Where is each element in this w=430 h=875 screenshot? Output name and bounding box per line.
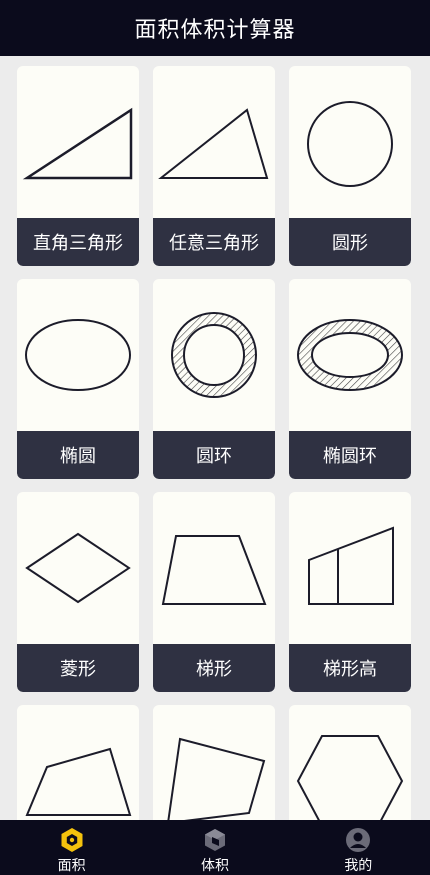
tab-area[interactable]: 面积 <box>0 820 143 875</box>
page-title: 面积体积计算器 <box>134 18 296 43</box>
shape-card-circle[interactable]: 圆形 <box>289 66 411 266</box>
shape-card-ellipse[interactable]: 椭圆 <box>17 279 139 479</box>
rhombus-icon <box>17 492 139 644</box>
elliptical-ring-icon <box>289 279 411 431</box>
volume-cube-icon <box>204 829 225 851</box>
trapezoid-height-icon <box>289 492 411 644</box>
shape-card-quadrilateral[interactable] <box>17 705 139 820</box>
tab-label: 面积 <box>57 858 86 874</box>
tab-volume[interactable]: 体积 <box>143 820 286 875</box>
tab-label: 体积 <box>200 858 229 874</box>
shape-card-label: 直角三角形 <box>17 218 139 266</box>
area-hexagon-icon <box>61 828 83 852</box>
irregular-quadrilateral-icon <box>153 705 275 820</box>
shape-card-label: 任意三角形 <box>153 218 275 266</box>
shape-card-label: 圆形 <box>289 218 411 266</box>
shape-card-irregular-quadrilateral[interactable] <box>153 705 275 820</box>
tab-profile[interactable]: 我的 <box>287 820 430 875</box>
profile-user-icon <box>346 828 371 852</box>
shape-card-trapezoid[interactable]: 梯形 <box>153 492 275 692</box>
triangle-icon <box>153 66 275 218</box>
shape-card-hexagon[interactable] <box>289 705 411 820</box>
shape-card-label: 椭圆 <box>17 431 139 479</box>
shape-card-label: 椭圆环 <box>289 431 411 479</box>
circle-icon <box>289 66 411 218</box>
bottom-tab-bar: 面积 体积 我的 <box>0 820 430 875</box>
shape-card-triangle[interactable]: 任意三角形 <box>153 66 275 266</box>
shape-card-elliptical-ring[interactable]: 椭圆环 <box>289 279 411 479</box>
ring-icon <box>153 279 275 431</box>
shape-card-label: 梯形高 <box>289 644 411 692</box>
shape-grid: 直角三角形 任意三角形 圆形 椭圆 圆环 椭圆环 菱形 梯形 梯形高 <box>0 56 430 820</box>
ellipse-icon <box>17 279 139 431</box>
shape-card-trapezoid-height[interactable]: 梯形高 <box>289 492 411 692</box>
hexagon-icon <box>289 705 411 820</box>
shape-card-rhombus[interactable]: 菱形 <box>17 492 139 692</box>
shape-card-right-triangle[interactable]: 直角三角形 <box>17 66 139 266</box>
shape-card-label: 圆环 <box>153 431 275 479</box>
right-triangle-icon <box>17 66 139 218</box>
shape-card-label: 菱形 <box>17 644 139 692</box>
app-header: 面积体积计算器 <box>0 0 430 56</box>
shape-card-label: 梯形 <box>153 644 275 692</box>
trapezoid-icon <box>153 492 275 644</box>
quadrilateral-icon <box>17 705 139 820</box>
shape-card-ring[interactable]: 圆环 <box>153 279 275 479</box>
tab-label: 我的 <box>344 858 373 874</box>
